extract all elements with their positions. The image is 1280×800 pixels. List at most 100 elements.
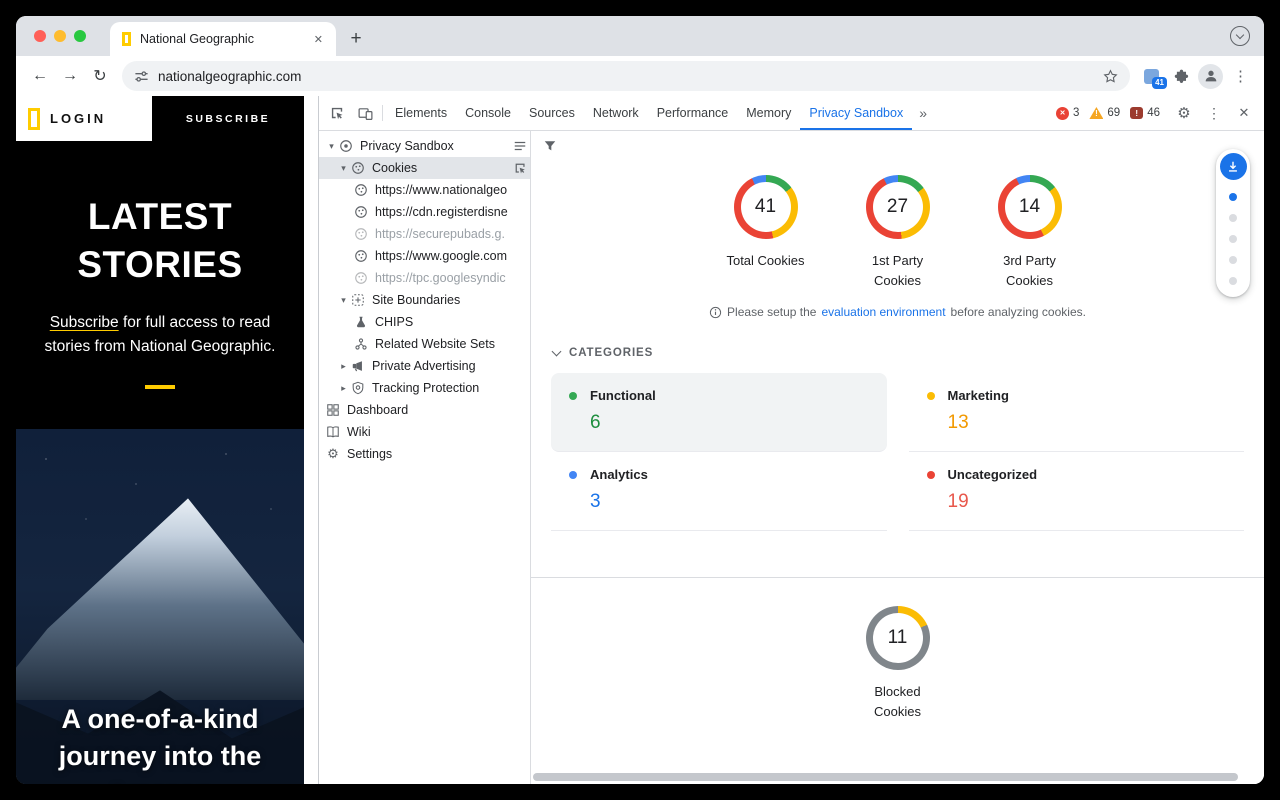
profile-avatar[interactable] [1198, 64, 1223, 89]
extensions-menu-icon[interactable] [1166, 63, 1194, 89]
tab-memory[interactable]: Memory [737, 96, 800, 130]
tree-item-cookie-url[interactable]: https://www.google.com [319, 245, 530, 267]
zoom-window-button[interactable] [74, 30, 86, 42]
tree-label: https://tpc.googlesyndic [375, 271, 506, 285]
natgeo-logo[interactable] [28, 108, 40, 130]
category-uncategorized[interactable]: Uncategorized 19 [909, 452, 1245, 531]
subscribe-text-link[interactable]: Subscribe [50, 314, 119, 331]
shield-icon [350, 380, 366, 396]
categories-header[interactable]: CATEGORIES [553, 347, 1264, 359]
devtools-settings-icon[interactable]: ⚙ [1170, 100, 1198, 126]
tree-item-private-advertising[interactable]: ▸ Private Advertising [319, 355, 530, 377]
category-value: 13 [948, 412, 1227, 434]
new-tab-button[interactable]: + [342, 25, 370, 53]
expand-triangle-icon[interactable]: ▾ [337, 163, 350, 174]
browser-tab-natgeo[interactable]: National Geographic ✕ [110, 22, 336, 56]
flask-icon [353, 314, 369, 330]
chevron-down-icon [552, 347, 562, 357]
login-link[interactable]: LOGIN [50, 111, 106, 126]
collapsed-triangle-icon[interactable]: ▸ [337, 383, 350, 394]
tab-performance[interactable]: Performance [648, 96, 738, 130]
category-marketing[interactable]: Marketing 13 [909, 373, 1245, 452]
tree-item-cookie-url[interactable]: https://www.nationalgeo [319, 179, 530, 201]
devtools-close-icon[interactable]: ✕ [1230, 100, 1258, 126]
back-button[interactable]: ← [26, 62, 54, 90]
forward-button[interactable]: → [56, 62, 84, 90]
inspect-element-icon[interactable] [323, 100, 351, 126]
rail-dot-active[interactable] [1229, 193, 1237, 201]
tree-label: Private Advertising [372, 359, 476, 373]
donut-third-party-cookies: 14 3rd Party Cookies [983, 175, 1077, 291]
error-count-value: 3 [1073, 107, 1079, 119]
horizontal-scrollbar[interactable] [533, 773, 1238, 781]
device-toolbar-icon[interactable] [351, 100, 379, 126]
tab-console[interactable]: Console [456, 96, 520, 130]
tab-title: National Geographic [140, 32, 309, 46]
rail-dot[interactable] [1229, 256, 1237, 264]
more-tabs-icon[interactable]: » [912, 105, 934, 121]
page-scrollbar[interactable] [304, 96, 318, 784]
tab-search-button[interactable] [1230, 26, 1250, 46]
tree-item-site-boundaries[interactable]: ▾ Site Boundaries [319, 289, 530, 311]
download-report-button[interactable] [1220, 153, 1247, 180]
picker-icon[interactable] [514, 162, 527, 175]
rail-dot[interactable] [1229, 277, 1237, 285]
rail-dot[interactable] [1229, 235, 1237, 243]
site-settings-icon[interactable] [134, 69, 149, 84]
tree-item-wiki[interactable]: Wiki [319, 421, 530, 443]
tab-network[interactable]: Network [584, 96, 648, 130]
tree-item-settings[interactable]: ⚙ Settings [319, 443, 530, 465]
tab-privacy-sandbox[interactable]: Privacy Sandbox [800, 96, 912, 130]
devtools-menu-icon[interactable]: ⋮ [1200, 100, 1228, 126]
category-dot [927, 392, 935, 400]
tree-label: https://www.nationalgeo [375, 183, 507, 197]
subscribe-button[interactable]: SUBSCRIBE [152, 96, 304, 141]
devtools-panel: Elements Console Sources Network Perform… [318, 96, 1264, 784]
tree-item-dashboard[interactable]: Dashboard [319, 399, 530, 421]
tab-close-icon[interactable]: ✕ [309, 30, 328, 49]
donut-value: 27 [887, 196, 908, 218]
category-analytics[interactable]: Analytics 3 [551, 452, 887, 531]
browser-menu-icon[interactable]: ⋮ [1227, 67, 1254, 85]
close-window-button[interactable] [34, 30, 46, 42]
tab-elements[interactable]: Elements [386, 96, 456, 130]
url-text[interactable]: nationalgeographic.com [158, 69, 1094, 84]
hero-title[interactable]: A one-of-a-kind journey into the Amazon [16, 701, 304, 784]
cookie-extension-icon[interactable]: 41 [1138, 63, 1164, 89]
panel-menu-icon[interactable] [513, 139, 527, 153]
categories-grid: Functional 6 Marketing 13 Analytics [551, 373, 1244, 531]
bookmark-star-icon[interactable] [1103, 69, 1118, 84]
minimize-window-button[interactable] [54, 30, 66, 42]
toolbar-divider [382, 105, 383, 121]
tree-item-cookie-url[interactable]: https://tpc.googlesyndic [319, 267, 530, 289]
tree-item-cookie-url[interactable]: https://cdn.registerdisne [319, 201, 530, 223]
reload-button[interactable]: ↻ [86, 62, 114, 90]
evaluation-environment-link[interactable]: evaluation environment [821, 305, 945, 319]
donut-ring: 27 [866, 175, 930, 239]
cookie-icon [353, 204, 369, 220]
tree-item-tracking-protection[interactable]: ▸ Tracking Protection [319, 377, 530, 399]
cookie-icon [353, 270, 369, 286]
window-content: LOGIN SUBSCRIBE LATEST STORIES Subscribe… [16, 96, 1264, 784]
expand-triangle-icon[interactable]: ▾ [337, 295, 350, 306]
filter-funnel-icon[interactable] [543, 139, 557, 158]
collapsed-triangle-icon[interactable]: ▸ [337, 361, 350, 372]
address-bar[interactable]: nationalgeographic.com [122, 61, 1130, 91]
tree-item-cookies[interactable]: ▾ Cookies [319, 157, 530, 179]
warning-count[interactable]: ! 69 [1089, 107, 1120, 119]
info-icon [709, 306, 722, 319]
donut-label: Total Cookies [726, 251, 804, 271]
expand-triangle-icon[interactable]: ▾ [325, 141, 338, 152]
issues-count[interactable]: ! 46 [1130, 107, 1160, 119]
tree-item-related-website-sets[interactable]: Related Website Sets [319, 333, 530, 355]
donut-value: 11 [888, 627, 908, 649]
error-count[interactable]: ✕ 3 [1056, 107, 1079, 120]
tree-item-privacy-sandbox[interactable]: ▾ Privacy Sandbox [319, 135, 530, 157]
rail-dot[interactable] [1229, 214, 1237, 222]
donut-label: 1st Party Cookies [851, 251, 945, 291]
tree-item-cookie-url[interactable]: https://securepubads.g. [319, 223, 530, 245]
tab-sources[interactable]: Sources [520, 96, 584, 130]
tree-item-chips[interactable]: CHIPS [319, 311, 530, 333]
devtools-toolbar-right: ✕ 3 ! 69 ! 46 ⚙ ⋮ ✕ [1056, 100, 1260, 126]
category-functional[interactable]: Functional 6 [551, 373, 887, 452]
